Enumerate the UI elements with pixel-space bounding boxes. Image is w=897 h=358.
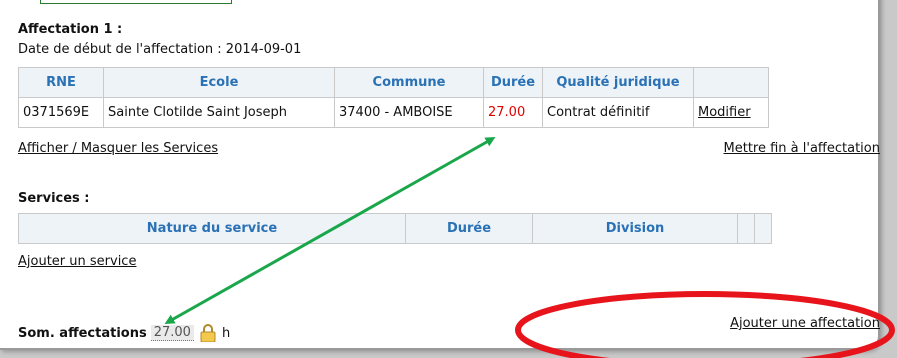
col-nature-service: Nature du service: [18, 213, 406, 244]
services-table: Nature du service Durée Division: [18, 213, 772, 244]
toggle-services-link[interactable]: Afficher / Masquer les Services: [18, 141, 218, 156]
lock-icon: [200, 324, 216, 342]
table-row: 0371569E Sainte Clotilde Saint Joseph 37…: [18, 97, 769, 128]
services-table-header: Nature du service Durée Division: [18, 213, 772, 244]
summary-label: Som. affectations: [18, 325, 147, 341]
services-title: Services :: [18, 191, 90, 206]
col-service-extra-1: [737, 213, 755, 244]
col-actions: [693, 67, 769, 98]
affectation-title: Affectation 1 :: [18, 22, 123, 37]
col-service-duree: Durée: [405, 213, 533, 244]
affectation-table-header: RNE Ecole Commune Durée Qualité juridiqu…: [18, 67, 769, 98]
add-affectation-link[interactable]: Ajouter une affectation: [730, 316, 880, 331]
col-rne: RNE: [18, 67, 104, 98]
cell-commune: 37400 - AMBOISE: [334, 97, 484, 128]
col-qualite-juridique: Qualité juridique: [542, 67, 694, 98]
cell-qualite: Contrat définitif: [542, 97, 694, 128]
col-division: Division: [532, 213, 738, 244]
end-affectation-link[interactable]: Mettre fin à l'affectation: [724, 141, 880, 156]
col-service-extra-2: [754, 213, 772, 244]
cell-duree: 27.00: [483, 97, 543, 128]
add-service-link[interactable]: Ajouter un service: [18, 254, 136, 269]
summary-unit: h: [221, 325, 231, 341]
cell-rne: 0371569E: [18, 97, 104, 128]
affectation-table: RNE Ecole Commune Durée Qualité juridiqu…: [18, 67, 769, 128]
summary-affectations: Som. affectations 27.00 h: [18, 324, 230, 342]
summary-value: 27.00: [150, 325, 194, 341]
affectation-start-date: Date de début de l'affectation : 2014-09…: [18, 42, 302, 57]
col-duree: Durée: [483, 67, 543, 98]
col-ecole: Ecole: [103, 67, 335, 98]
col-commune: Commune: [334, 67, 484, 98]
cell-ecole: Sainte Clotilde Saint Joseph: [103, 97, 335, 128]
top-tab-edge: [40, 0, 232, 4]
modifier-link[interactable]: Modifier: [698, 105, 751, 120]
